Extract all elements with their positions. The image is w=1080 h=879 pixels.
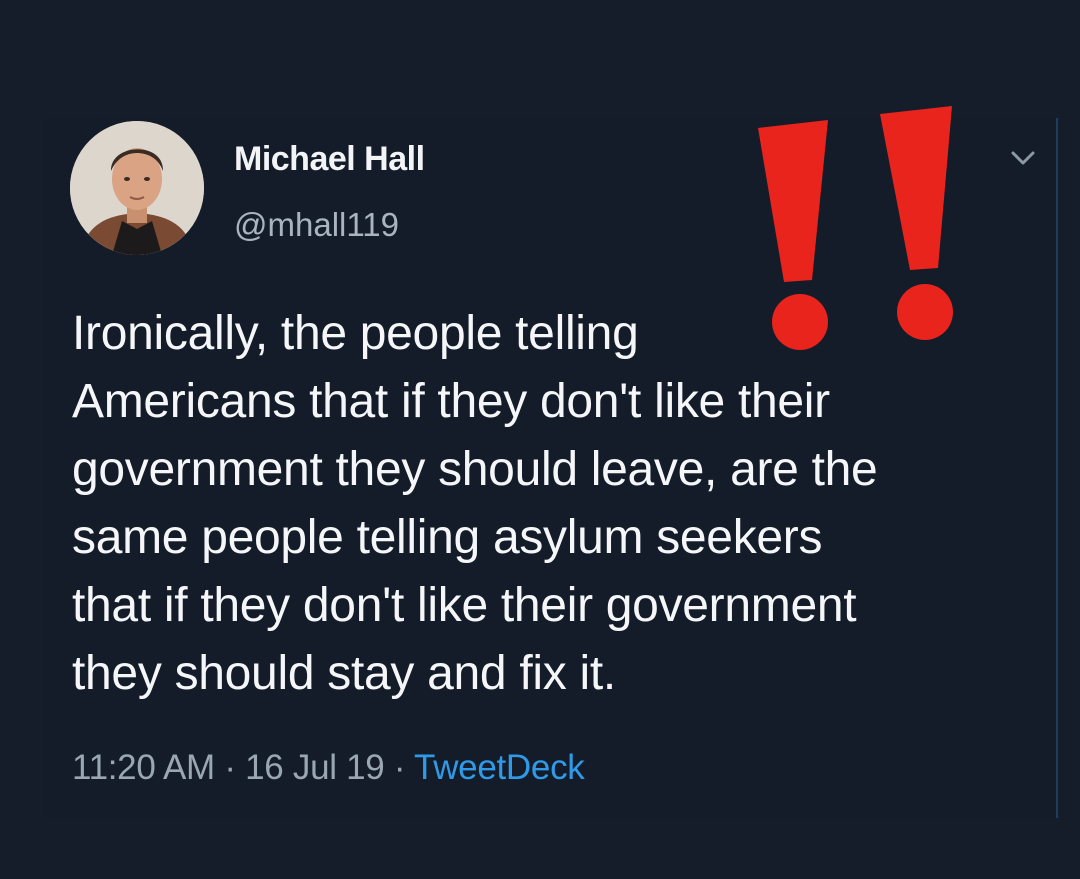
tweet-meta: 11:20 AM · 16 Jul 19 · TweetDeck [72, 748, 585, 788]
avatar-image [70, 121, 204, 255]
double-exclamation-icon [758, 106, 953, 350]
screenshot-canvas: Michael Hall @mhall119 Ironically, the p… [0, 0, 1080, 879]
avatar[interactable] [70, 121, 204, 255]
tweet-time[interactable]: 11:20 AM [72, 748, 215, 787]
meta-separator: · [384, 748, 415, 787]
tweet-date[interactable]: 16 Jul 19 [245, 748, 385, 787]
chevron-down-icon[interactable] [1008, 146, 1038, 170]
tweet-text: Ironically, the people telling Americans… [72, 307, 878, 700]
tweet-source-link[interactable]: TweetDeck [414, 748, 585, 787]
meta-separator: · [214, 748, 246, 787]
display-name[interactable]: Michael Hall [234, 140, 425, 179]
user-handle[interactable]: @mhall119 [234, 206, 399, 244]
